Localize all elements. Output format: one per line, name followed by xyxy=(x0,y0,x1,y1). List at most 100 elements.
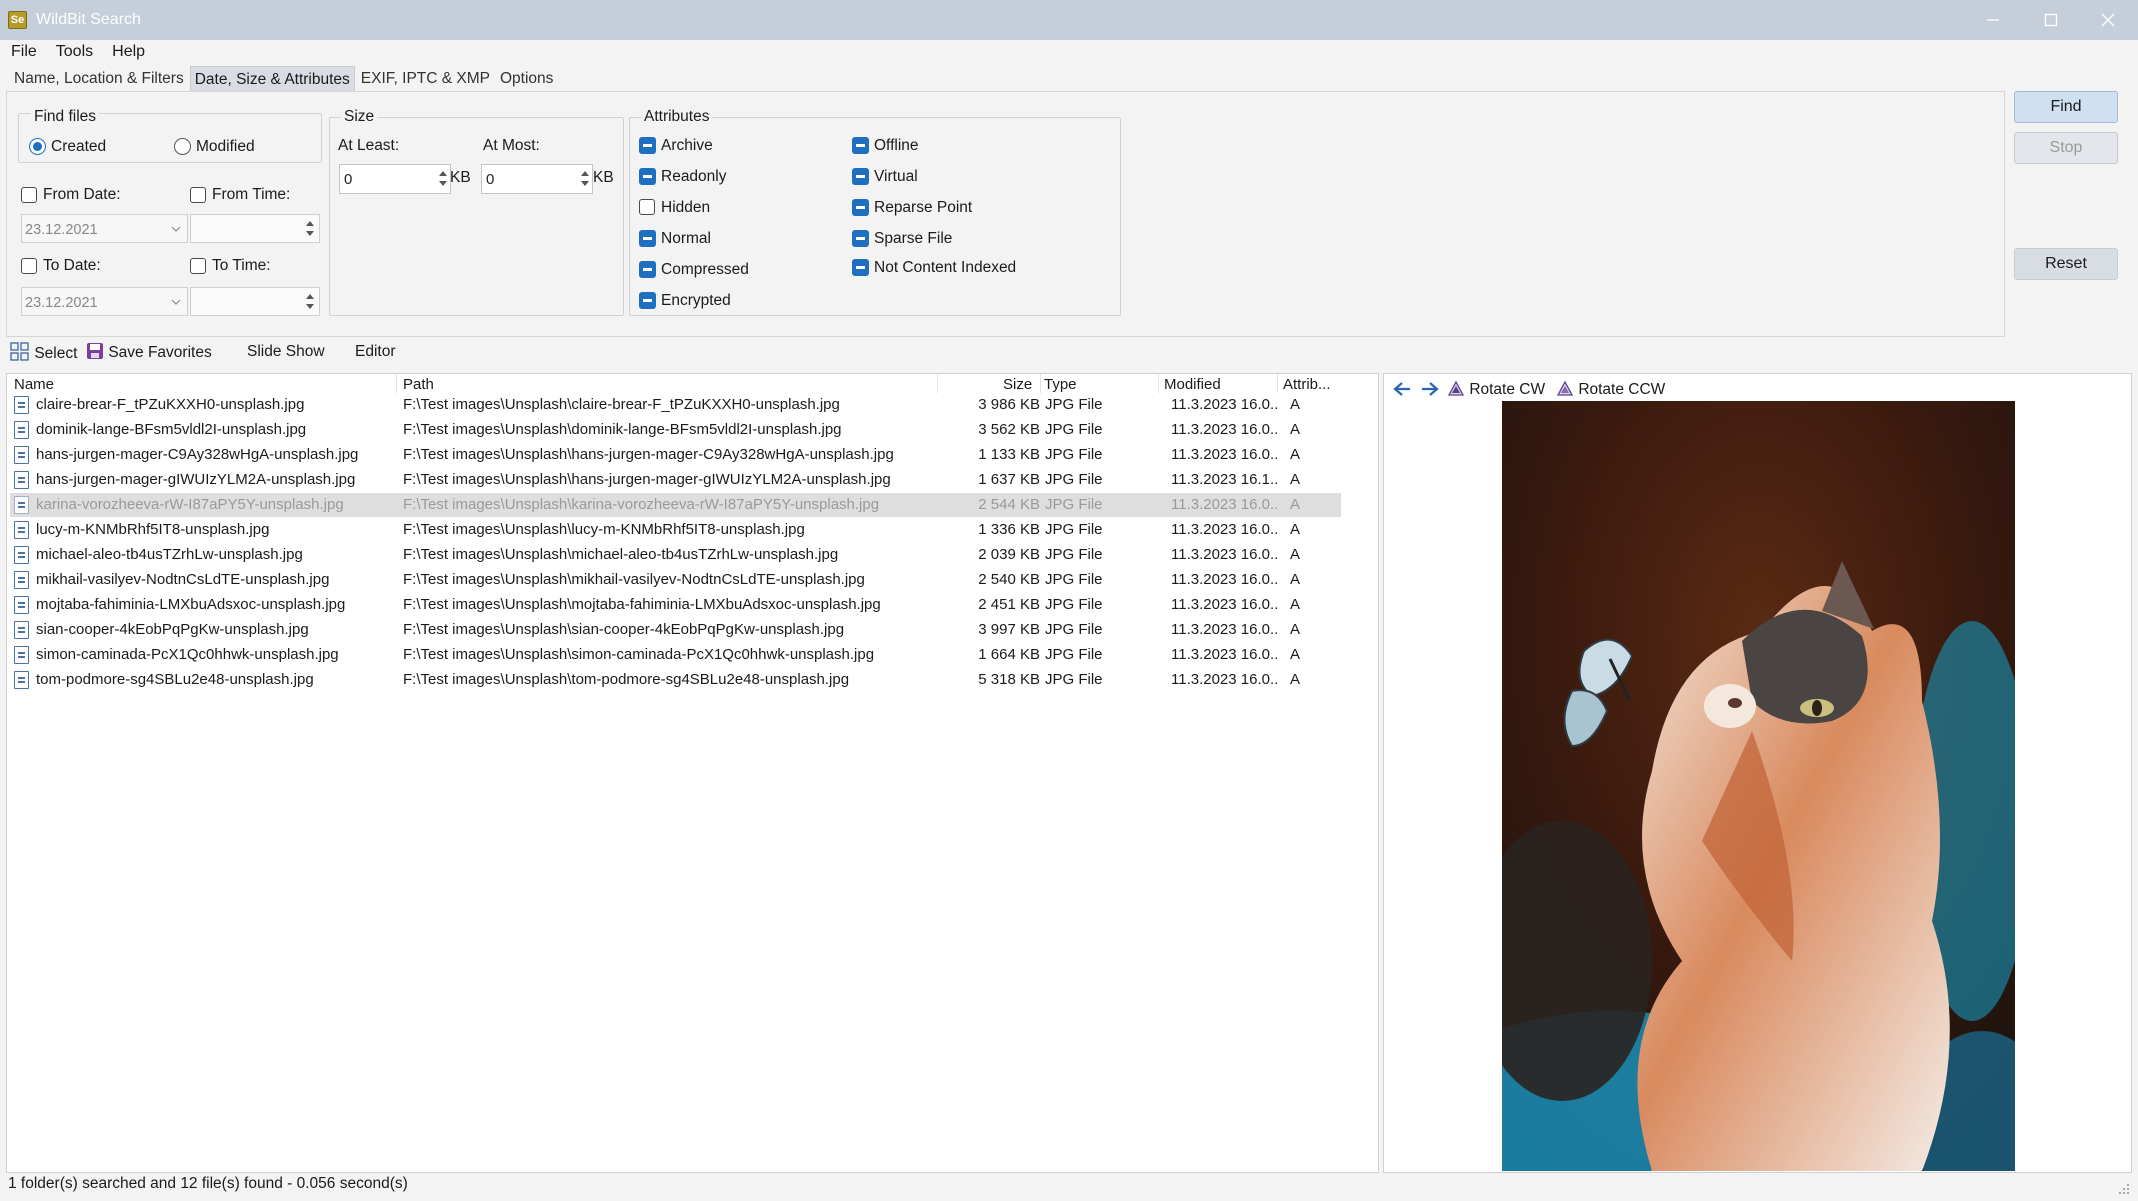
tab-date-size-attributes[interactable]: Date, Size & Attributes xyxy=(189,66,355,92)
rotate-cw-button[interactable]: Rotate CW xyxy=(1447,380,1545,399)
modified-radio[interactable] xyxy=(174,138,191,155)
menu-help[interactable]: Help xyxy=(112,40,145,66)
cell-name: michael-aleo-tb4usTZrhLw-unsplash.jpg xyxy=(36,546,303,563)
table-row[interactable]: sian-cooper-4kEobPqPgKw-unsplash.jpg F:\T… xyxy=(10,618,1341,642)
arrow-left-icon[interactable] xyxy=(1392,381,1412,397)
spin-down-icon[interactable] xyxy=(581,181,589,186)
table-row[interactable]: lucy-m-KNMbRhf5IT8-unsplash.jpg F:\Test i… xyxy=(10,518,1341,542)
created-radio[interactable] xyxy=(29,138,46,155)
rotate-ccw-label: Rotate CCW xyxy=(1578,381,1666,398)
cell-size: 1 637 KB xyxy=(978,471,1040,488)
tab-options[interactable]: Options xyxy=(496,66,557,92)
from-time-spinner[interactable] xyxy=(190,214,320,243)
editor-button[interactable]: Editor xyxy=(355,343,396,361)
menu-bar: File Tools Help xyxy=(0,40,164,66)
column-size[interactable]: Size xyxy=(1003,376,1032,393)
hidden-label: Hidden xyxy=(661,199,711,216)
to-date-picker[interactable]: 23.12.2021 xyxy=(21,287,188,316)
cell-size: 2 540 KB xyxy=(978,571,1040,588)
image-file-icon xyxy=(14,421,29,439)
not-content-indexed-checkbox[interactable] xyxy=(852,259,869,276)
encrypted-checkbox[interactable] xyxy=(639,292,656,309)
resize-grip-icon[interactable] xyxy=(2118,1183,2130,1195)
table-row[interactable]: hans-jurgen-mager-C9Ay328wHgA-unsplash.j… xyxy=(10,443,1341,467)
maximize-button[interactable] xyxy=(2027,0,2075,40)
close-button[interactable] xyxy=(2084,0,2132,40)
hidden-checkbox[interactable] xyxy=(639,199,655,215)
menu-file[interactable]: File xyxy=(11,40,37,66)
compressed-checkbox[interactable] xyxy=(639,261,656,278)
table-row[interactable]: karina-vorozheeva-rW-I87aPY5Y-unsplash.j… xyxy=(10,493,1341,517)
minimize-button[interactable] xyxy=(1969,0,2017,40)
criteria-panel: Find files Created Modified From Date: F… xyxy=(6,91,2005,337)
reset-button[interactable]: Reset xyxy=(2014,248,2118,280)
at-least-label: At Least: xyxy=(338,137,400,154)
table-row[interactable]: michael-aleo-tb4usTZrhLw-unsplash.jpg F:\… xyxy=(10,543,1341,567)
column-type[interactable]: Type xyxy=(1044,376,1077,393)
table-row[interactable]: hans-jurgen-mager-gIWUIzYLM2A-unsplash.j… xyxy=(10,468,1341,492)
to-time-spinner[interactable] xyxy=(190,287,320,316)
table-row[interactable]: mojtaba-fahiminia-LMXbuAdsxoc-unsplash.j… xyxy=(10,593,1341,617)
cell-modified: 11.3.2023 16.0... xyxy=(1171,571,1277,588)
at-least-input[interactable]: 0 xyxy=(339,164,451,194)
stop-button[interactable]: Stop xyxy=(2014,132,2118,164)
table-row[interactable]: simon-caminada-PcX1Qc0hhwk-unsplash.jpg F… xyxy=(10,643,1341,667)
reparse-point-checkbox[interactable] xyxy=(852,199,869,216)
find-files-title: Find files xyxy=(31,108,100,126)
to-date-checkbox[interactable] xyxy=(21,258,37,274)
results-list[interactable]: Name Path Size Type Modified Attrib... c… xyxy=(6,373,1379,1173)
title-bar: Se WildBit Search xyxy=(0,0,2138,40)
cell-attrib: A xyxy=(1290,621,1301,638)
spin-up-icon[interactable] xyxy=(306,294,314,299)
not-content-indexed-label: Not Content Indexed xyxy=(874,259,1017,276)
image-file-icon xyxy=(14,446,29,464)
normal-label: Normal xyxy=(661,230,711,247)
rotate-ccw-button[interactable]: Rotate CCW xyxy=(1556,380,1665,399)
from-date-picker[interactable]: 23.12.2021 xyxy=(21,214,188,243)
column-path[interactable]: Path xyxy=(403,376,434,393)
minimize-icon xyxy=(1987,19,1999,21)
arrow-right-icon[interactable] xyxy=(1420,381,1440,397)
to-date-label: To Date: xyxy=(43,257,101,274)
column-modified[interactable]: Modified xyxy=(1164,376,1221,393)
to-time-label: To Time: xyxy=(212,257,271,274)
tab-name-location-filters[interactable]: Name, Location & Filters xyxy=(10,66,188,92)
readonly-checkbox[interactable] xyxy=(639,168,656,185)
table-row[interactable]: claire-brear-F_tPZuKXXH0-unsplash.jpg F:\… xyxy=(10,393,1341,417)
archive-checkbox[interactable] xyxy=(639,137,656,154)
offline-checkbox[interactable] xyxy=(852,137,869,154)
readonly-label: Readonly xyxy=(661,168,727,185)
spin-up-icon[interactable] xyxy=(306,221,314,226)
attributes-title: Attributes xyxy=(641,108,713,126)
cell-attrib: A xyxy=(1290,446,1301,463)
at-most-input[interactable]: 0 xyxy=(481,164,593,194)
slide-show-button[interactable]: Slide Show xyxy=(247,343,325,361)
spin-up-icon[interactable] xyxy=(439,171,447,176)
encrypted-label: Encrypted xyxy=(661,292,731,309)
virtual-checkbox[interactable] xyxy=(852,168,869,185)
table-row[interactable]: tom-podmore-sg4SBLu2e48-unsplash.jpg F:\T… xyxy=(10,668,1341,692)
reparse-point-label: Reparse Point xyxy=(874,199,973,216)
sparse-file-checkbox[interactable] xyxy=(852,230,869,247)
from-date-checkbox[interactable] xyxy=(21,187,37,203)
column-name[interactable]: Name xyxy=(14,376,54,393)
find-button[interactable]: Find xyxy=(2014,91,2118,123)
from-time-label: From Time: xyxy=(212,186,291,203)
normal-checkbox[interactable] xyxy=(639,230,656,247)
spin-down-icon[interactable] xyxy=(306,231,314,236)
tab-exif-iptc-xmp[interactable]: EXIF, IPTC & XMP xyxy=(357,66,494,92)
from-time-checkbox[interactable] xyxy=(190,187,206,203)
spin-up-icon[interactable] xyxy=(581,171,589,176)
chevron-down-icon xyxy=(171,299,181,305)
column-attrib[interactable]: Attrib... xyxy=(1283,376,1331,393)
table-row[interactable]: mikhail-vasilyev-NodtnCsLdTE-unsplash.jp… xyxy=(10,568,1341,592)
spin-down-icon[interactable] xyxy=(439,181,447,186)
to-time-checkbox[interactable] xyxy=(190,258,206,274)
cell-size: 2 451 KB xyxy=(978,596,1040,613)
spin-down-icon[interactable] xyxy=(306,304,314,309)
save-favorites-button[interactable]: Save Favorites xyxy=(86,342,212,362)
select-button[interactable]: Select xyxy=(10,342,77,363)
image-file-icon xyxy=(14,521,29,539)
table-row[interactable]: dominik-lange-BFsm5vldl2I-unsplash.jpg F:… xyxy=(10,418,1341,442)
menu-tools[interactable]: Tools xyxy=(56,40,93,66)
